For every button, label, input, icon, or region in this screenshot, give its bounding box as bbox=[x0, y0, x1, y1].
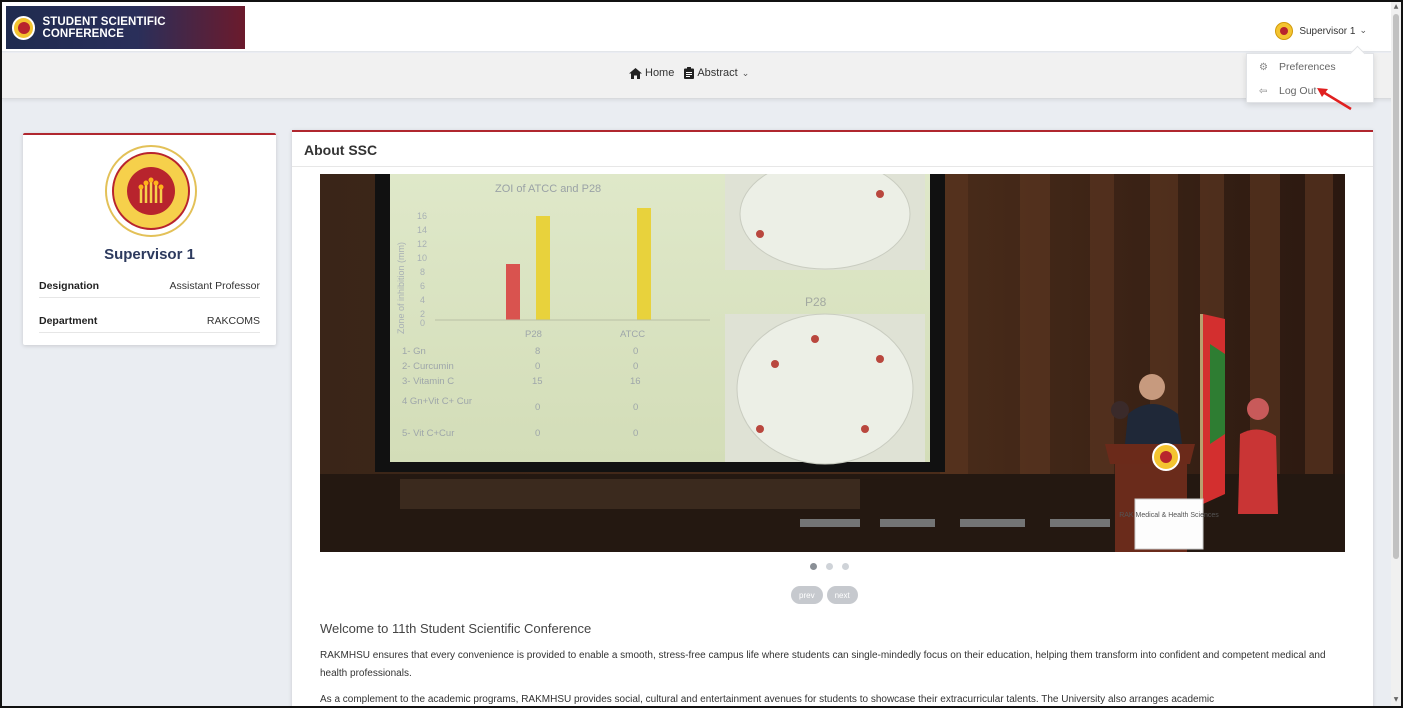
chevron-down-icon: ⌄ bbox=[741, 67, 750, 78]
carousel-dot[interactable] bbox=[810, 563, 817, 570]
slide-ytick: 14 bbox=[417, 225, 427, 235]
slide-ytick: 8 bbox=[420, 267, 425, 277]
slide-plate-label: P28 bbox=[805, 295, 827, 309]
top-bar: STUDENT SCIENTIFIC CONFERENCE Supervisor… bbox=[2, 2, 1401, 52]
slide-cell: 0 bbox=[633, 346, 638, 357]
slide-ytick: 16 bbox=[417, 211, 427, 221]
user-name: Supervisor 1 bbox=[1299, 25, 1356, 37]
next-button[interactable]: next bbox=[826, 586, 858, 604]
slide-cell: 0 bbox=[535, 361, 540, 372]
slide-cell: 16 bbox=[630, 376, 641, 387]
avatar bbox=[1275, 22, 1294, 40]
slide-cell: 15 bbox=[532, 376, 543, 387]
conference-photo: ZOI of ATCC and P28 Zone of inhibition (… bbox=[320, 174, 1345, 552]
nav-home[interactable]: Home bbox=[629, 67, 674, 79]
carousel-indicators bbox=[810, 563, 858, 570]
slide-chart-title: ZOI of ATCC and P28 bbox=[495, 183, 601, 195]
slide-cell: 0 bbox=[633, 428, 638, 439]
panel-title: About SSC bbox=[304, 142, 378, 158]
scroll-up-icon[interactable]: ▲ bbox=[1392, 3, 1400, 11]
intro-paragraph: RAKMHSU ensures that every convenience i… bbox=[320, 650, 1326, 679]
carousel-dot[interactable] bbox=[842, 563, 849, 570]
nav-home-label: Home bbox=[645, 67, 675, 79]
page-scrollbar[interactable]: ▲ ▼ bbox=[1391, 2, 1401, 706]
slide-col-header: ATCC bbox=[620, 329, 645, 340]
app-title: STUDENT SCIENTIFIC CONFERENCE bbox=[42, 15, 166, 40]
nav-abstract[interactable]: Abstract ⌄ bbox=[684, 67, 749, 79]
university-seal-icon bbox=[105, 145, 197, 237]
carousel-slide[interactable]: ZOI of ATCC and P28 Zone of inhibition (… bbox=[320, 174, 1345, 552]
browser-viewport: STUDENT SCIENTIFIC CONFERENCE Supervisor… bbox=[0, 0, 1403, 708]
slide-row-label: 4 Gn+Vit C+ Cur bbox=[402, 396, 472, 407]
chevron-down-icon: ⌄ bbox=[1359, 26, 1367, 36]
divider bbox=[292, 166, 1373, 167]
profile-name: Supervisor 1 bbox=[104, 246, 195, 263]
menu-item-label: Log Out bbox=[1279, 85, 1317, 97]
profile-card: Supervisor 1 Designation Assistant Profe… bbox=[23, 133, 276, 345]
podium-sign: RAK Medical & Health Sciences bbox=[1119, 512, 1219, 519]
department-value: RAKCOMS bbox=[206, 314, 260, 327]
carousel-pager: prev next bbox=[791, 586, 862, 604]
slide-bar bbox=[506, 264, 520, 320]
home-icon bbox=[629, 67, 642, 79]
profile-row-designation: Designation Assistant Professor bbox=[39, 274, 260, 298]
slide-row-label: 3- Vitamin C bbox=[402, 376, 454, 387]
menu-item-preferences[interactable]: ⚙ Preferences bbox=[1247, 55, 1373, 79]
carousel-dot[interactable] bbox=[826, 563, 833, 570]
slide-cell: 8 bbox=[535, 346, 540, 357]
user-menu-toggle[interactable]: Supervisor 1 ⌄ bbox=[1275, 22, 1367, 40]
designation-label: Designation bbox=[39, 279, 100, 292]
slide-col-header: P28 bbox=[525, 329, 542, 340]
slide-row-label: 5- Vit C+Cur bbox=[402, 428, 454, 439]
department-label: Department bbox=[39, 314, 98, 327]
scrollbar-thumb[interactable] bbox=[1393, 14, 1399, 559]
welcome-heading: Welcome to 11th Student Scientific Confe… bbox=[320, 621, 592, 636]
brand-banner[interactable]: STUDENT SCIENTIFIC CONFERENCE bbox=[6, 6, 245, 49]
red-arrow-annotation bbox=[1317, 88, 1352, 111]
designation-value: Assistant Professor bbox=[169, 279, 260, 292]
slide-cell: 0 bbox=[535, 402, 540, 413]
logout-icon: ⇦ bbox=[1259, 85, 1268, 97]
intro-paragraph: As a complement to the academic programs… bbox=[320, 694, 1215, 705]
slide-ytick: 0 bbox=[420, 318, 425, 328]
nav-abstract-label: Abstract bbox=[697, 67, 738, 79]
about-panel: About SSC ZOI of ATCC and P28 Zone of in… bbox=[292, 130, 1373, 706]
scroll-down-icon[interactable]: ▼ bbox=[1392, 696, 1400, 704]
slide-ytick: 6 bbox=[420, 281, 425, 291]
slide-cell: 0 bbox=[633, 361, 638, 372]
slide-bar bbox=[536, 216, 550, 320]
slide-ytick: 12 bbox=[417, 239, 427, 249]
slide-ytick: 4 bbox=[420, 295, 425, 305]
clipboard-icon bbox=[684, 67, 695, 79]
profile-row-department: Department RAKCOMS bbox=[39, 309, 260, 333]
university-logo-icon bbox=[12, 15, 36, 40]
slide-ytick: 10 bbox=[417, 253, 427, 263]
slide-chart-ylabel: Zone of inhibition (mm) bbox=[396, 242, 406, 334]
slide-cell: 0 bbox=[633, 402, 638, 413]
prev-button[interactable]: prev bbox=[791, 586, 823, 604]
slide-row-label: 2- Curcumin bbox=[402, 361, 454, 372]
slide-row-label: 1- Gn bbox=[402, 346, 426, 357]
menu-item-label: Preferences bbox=[1279, 61, 1336, 73]
gear-icon: ⚙ bbox=[1259, 61, 1268, 73]
slide-bar bbox=[637, 208, 651, 320]
slide-cell: 0 bbox=[535, 428, 540, 439]
main-nav: Home Abstract ⌄ bbox=[2, 53, 1401, 99]
